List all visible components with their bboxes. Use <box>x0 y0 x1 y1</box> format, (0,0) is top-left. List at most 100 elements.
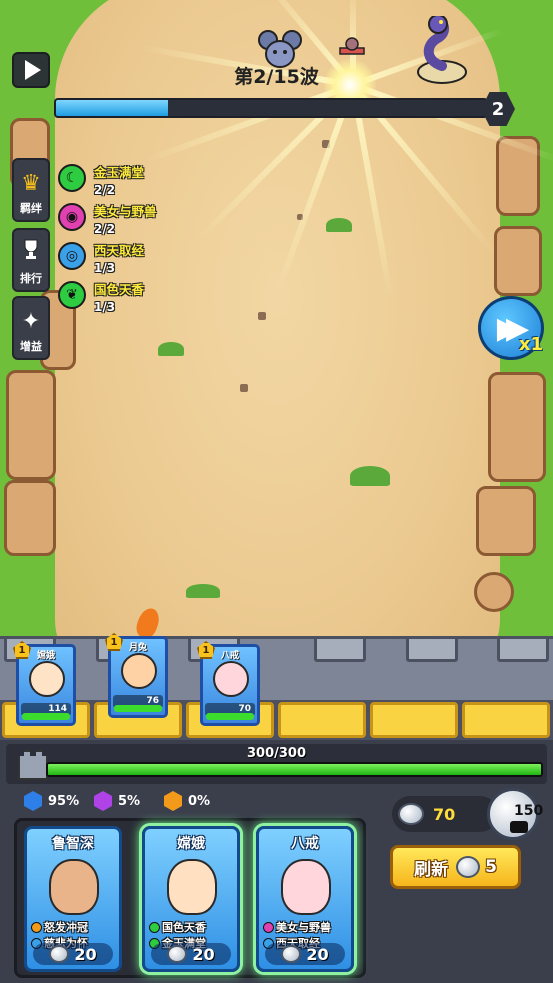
hero-portrait <box>281 859 331 915</box>
bond-item[interactable]: ❦ 国色天香 1/3 <box>58 279 157 314</box>
bond-item[interactable]: ◎ 西天取经 1/3 <box>58 240 157 275</box>
hero-hp-fill <box>114 705 162 712</box>
magic-wand-icon: ✦ <box>21 309 41 334</box>
shop-hero-card[interactable]: 八戒 美女与野兽 西天取经 20 <box>256 826 354 972</box>
moon-icon: ☾ <box>58 164 86 192</box>
silver-coin-icon <box>167 945 188 963</box>
bond-count: 1/3 <box>94 261 116 275</box>
hero-hp-bar <box>114 705 162 712</box>
shop-hero-tag: 美女与野兽 <box>263 919 331 935</box>
base-hp-fill <box>48 764 541 775</box>
shop-hero-card[interactable]: 嫦娥 国色天香 金玉满堂 20 <box>142 826 240 972</box>
hero-slot[interactable] <box>278 702 366 738</box>
pebble <box>258 312 266 320</box>
bond-count: 1/3 <box>94 300 116 314</box>
refresh-button[interactable]: 刷新 5 <box>390 845 521 889</box>
bond-dot-icon <box>31 921 42 933</box>
odds-value: 5% <box>118 793 141 809</box>
pebble <box>240 384 248 392</box>
hero-hp-fill <box>22 713 70 720</box>
wall-merlon <box>406 636 458 662</box>
purple-gem-icon <box>94 791 112 811</box>
hero-portrait <box>213 661 249 697</box>
bond-count: 2/2 <box>94 183 116 197</box>
wall-merlon <box>497 636 549 662</box>
cliff-rock <box>488 372 546 482</box>
base-hp-bar <box>46 762 543 777</box>
wave-progress-fill <box>56 100 168 116</box>
cliff-rock <box>494 226 542 296</box>
buff-button[interactable]: ✦ 增益 <box>12 296 50 360</box>
shop-hero-name: 八戒 <box>291 836 319 852</box>
bond-name: 金玉满堂 <box>94 165 145 180</box>
speed-button[interactable]: ▶▶ x1 <box>478 296 544 360</box>
speed-multiplier: x1 <box>518 334 543 355</box>
silver-coin-icon <box>398 803 424 825</box>
cliff-rock <box>476 486 536 556</box>
video-camera-icon <box>510 821 528 833</box>
ad-reward-button[interactable]: 150 <box>487 788 543 840</box>
grass-tuft <box>186 584 220 598</box>
fast-forward-icon: ▶▶ <box>496 310 529 346</box>
grass-tuft <box>326 218 352 232</box>
cliff-rock <box>474 572 514 612</box>
wave-progress-bar <box>54 98 488 118</box>
bond-item[interactable]: ◉ 美女与野兽 2/2 <box>58 201 157 236</box>
grass-tuft <box>158 342 184 356</box>
hero-portrait <box>49 859 99 915</box>
bond-dot-icon <box>149 921 160 933</box>
blue-gem-icon <box>24 791 42 811</box>
silver-coin-icon <box>456 856 481 878</box>
bond-list: ☾ 金玉满堂 2/2 ◉ 美女与野兽 2/2 ◎ 西天取经 1/3 ❦ 国色天香 1/3 <box>58 162 157 318</box>
orange-gem-icon <box>164 791 182 811</box>
castle-wall <box>0 636 553 706</box>
shop-hero-name: 鲁智深 <box>52 836 94 852</box>
cliff-rock <box>6 370 56 480</box>
shop-hero-tag: 国色天香 <box>149 919 206 935</box>
hero-hp-fill <box>206 713 254 720</box>
hero-slot[interactable] <box>370 702 458 738</box>
silver-coin-icon <box>49 945 70 963</box>
leaf-icon: ❦ <box>58 281 86 309</box>
deployed-hero-card[interactable]: 月兔 1 76 <box>105 633 168 718</box>
tag-text: 国色天香 <box>162 921 206 934</box>
wave-label: 第2/15波 <box>234 66 319 88</box>
hero-portrait <box>167 859 217 915</box>
shop-price: 20 <box>265 943 345 965</box>
refresh-label: 刷新 <box>414 859 449 880</box>
hero-portrait <box>121 653 157 689</box>
silver-coin-icon <box>281 945 302 963</box>
hero-hp-bar <box>206 713 254 720</box>
tag-text: 怒发冲冠 <box>44 921 88 934</box>
bond-name: 国色天香 <box>94 282 145 297</box>
buff-label: 增益 <box>20 340 42 353</box>
deployed-hero-card[interactable]: 八戒 1 70 <box>197 641 260 726</box>
shop-hero-tag: 怒发冲冠 <box>31 919 88 935</box>
bond-name: 美女与野兽 <box>94 204 157 219</box>
bond-dot-icon <box>263 921 274 933</box>
shop-hero-name: 嫦娥 <box>177 836 205 852</box>
ad-reward-value: 150 <box>514 803 544 819</box>
base-hp-text: 300/300 <box>246 746 307 761</box>
odds-rare: 5% <box>94 791 140 811</box>
price-value: 20 <box>192 944 215 964</box>
odds-common: 95% <box>24 791 79 811</box>
crown-icon: ♛ <box>21 171 41 196</box>
bonds-button[interactable]: ♛ 羁绊 <box>12 158 50 222</box>
hero-slot[interactable] <box>462 702 550 738</box>
shop-hero-card[interactable]: 鲁智深 怒发冲冠 慈悲为怀 20 <box>24 826 122 972</box>
wall-merlon <box>314 636 366 662</box>
ranking-button[interactable]: 排行 <box>12 228 50 292</box>
hero-portrait <box>29 661 65 697</box>
cliff-rock <box>4 480 56 556</box>
odds-value: 95% <box>48 793 80 809</box>
deployed-hero-card[interactable]: 嫦娥 1 114 <box>13 641 76 726</box>
silver-balance: 70 <box>392 796 498 832</box>
tag-text: 美女与野兽 <box>276 921 331 934</box>
ranking-label: 排行 <box>20 272 42 285</box>
shop-price: 20 <box>33 943 113 965</box>
bond-count: 2/2 <box>94 222 116 236</box>
bond-item[interactable]: ☾ 金玉满堂 2/2 <box>58 162 157 197</box>
lips-icon: ◉ <box>58 203 86 231</box>
silver-value: 70 <box>433 804 456 824</box>
